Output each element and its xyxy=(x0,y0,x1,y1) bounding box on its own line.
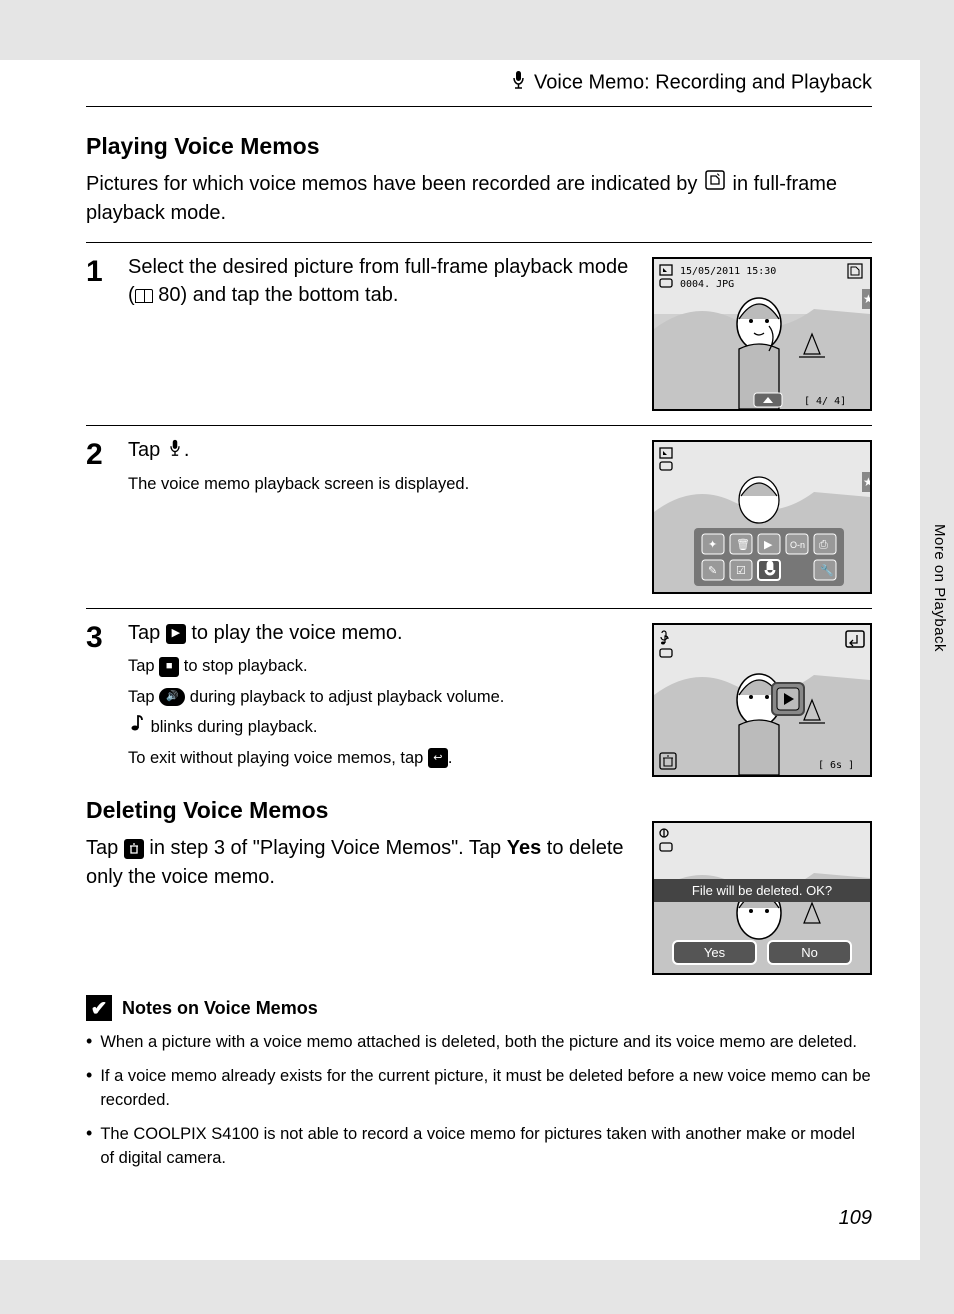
step-2: 2 Tap . The voice memo playback screen i… xyxy=(86,425,872,608)
note-item: The COOLPIX S4100 is not able to record … xyxy=(100,1123,872,1171)
svg-text:[ 4/ 4]: [ 4/ 4] xyxy=(804,396,846,407)
volume-icon: 🔊 xyxy=(159,688,185,706)
check-icon: ✔ xyxy=(86,995,112,1021)
side-label: More on Playback xyxy=(931,524,948,652)
page: Voice Memo: Recording and Playback Playi… xyxy=(0,60,920,1260)
note-icon xyxy=(130,714,144,740)
step-3-screen: [ 6s ] xyxy=(652,623,872,777)
section-heading-playing: Playing Voice Memos xyxy=(86,133,872,160)
step-3-sub-stop: Tap ■ to stop playback. xyxy=(128,653,636,679)
dialog-yes-button[interactable]: Yes xyxy=(672,940,757,965)
step-3-sub-blink: blinks during playback. xyxy=(128,714,636,741)
step-3-sub-exit: To exit without playing voice memos, tap… xyxy=(128,745,636,771)
svg-text:O-n: O-n xyxy=(790,540,805,550)
dialog-prompt: File will be deleted. OK? xyxy=(654,879,870,902)
step-2-sub: The voice memo playback screen is displa… xyxy=(128,471,636,497)
svg-text:▶: ▶ xyxy=(764,539,773,551)
delete-screen: File will be deleted. OK? Yes No xyxy=(652,821,872,975)
section-heading-deleting: Deleting Voice Memos xyxy=(86,797,632,824)
mic-icon xyxy=(168,437,182,465)
notes-title: Notes on Voice Memos xyxy=(122,998,318,1019)
voice-memo-indicator-icon xyxy=(705,170,725,199)
svg-text:🗑: 🗑 xyxy=(736,538,750,551)
svg-text:🔧: 🔧 xyxy=(820,563,834,577)
back-icon: ↩ xyxy=(428,748,448,768)
note-item: If a voice memo already exists for the c… xyxy=(100,1065,872,1113)
mic-icon xyxy=(511,70,526,96)
svg-text:✎: ✎ xyxy=(708,565,717,577)
step-3: 3 Tap ▶ to play the voice memo. Tap ■ to… xyxy=(86,608,872,791)
svg-text:[ 6s ]: [ 6s ] xyxy=(818,760,854,771)
step-2-screen: ★ ✦ 🗑 ▶ O-n ⎙ ✎ xyxy=(652,440,872,594)
screen-filename: 0004. JPG xyxy=(680,279,734,290)
svg-text:✦: ✦ xyxy=(708,539,717,551)
svg-text:★: ★ xyxy=(863,292,870,306)
note-item: When a picture with a voice memo attache… xyxy=(100,1031,857,1055)
step-3-title: Tap ▶ to play the voice memo. xyxy=(128,619,636,647)
step-1: 1 Select the desired picture from full-f… xyxy=(86,242,872,425)
stop-icon: ■ xyxy=(159,657,179,677)
svg-text:☑: ☑ xyxy=(736,565,746,577)
step-1-screen: 15/05/2011 15:30 0004. JPG ★ [ 4/ 4] xyxy=(652,257,872,411)
page-number: 109 xyxy=(839,1207,872,1230)
trash-icon xyxy=(124,839,144,859)
book-ref-icon xyxy=(135,289,153,303)
step-2-title: Tap . xyxy=(128,436,636,465)
svg-text:⎙: ⎙ xyxy=(819,539,828,551)
intro-text: Pictures for which voice memos have been… xyxy=(86,170,872,228)
step-3-sub-volume: Tap 🔊 during playback to adjust playback… xyxy=(128,684,636,710)
header-bar: Voice Memo: Recording and Playback xyxy=(86,70,872,107)
step-1-title: Select the desired picture from full-fra… xyxy=(128,253,636,309)
step-number: 2 xyxy=(86,436,112,470)
header-title: Voice Memo: Recording and Playback xyxy=(534,71,872,93)
notes-header: ✔ Notes on Voice Memos xyxy=(86,995,872,1021)
step-number: 1 xyxy=(86,253,112,287)
screen-timestamp: 15/05/2011 15:30 xyxy=(680,266,776,277)
deleting-body: Tap in step 3 of "Playing Voice Memos". … xyxy=(86,834,632,892)
notes-list: When a picture with a voice memo attache… xyxy=(86,1031,872,1171)
svg-text:★: ★ xyxy=(863,475,870,489)
play-icon: ▶ xyxy=(166,624,186,644)
dialog-no-button[interactable]: No xyxy=(767,940,852,965)
step-number: 3 xyxy=(86,619,112,653)
